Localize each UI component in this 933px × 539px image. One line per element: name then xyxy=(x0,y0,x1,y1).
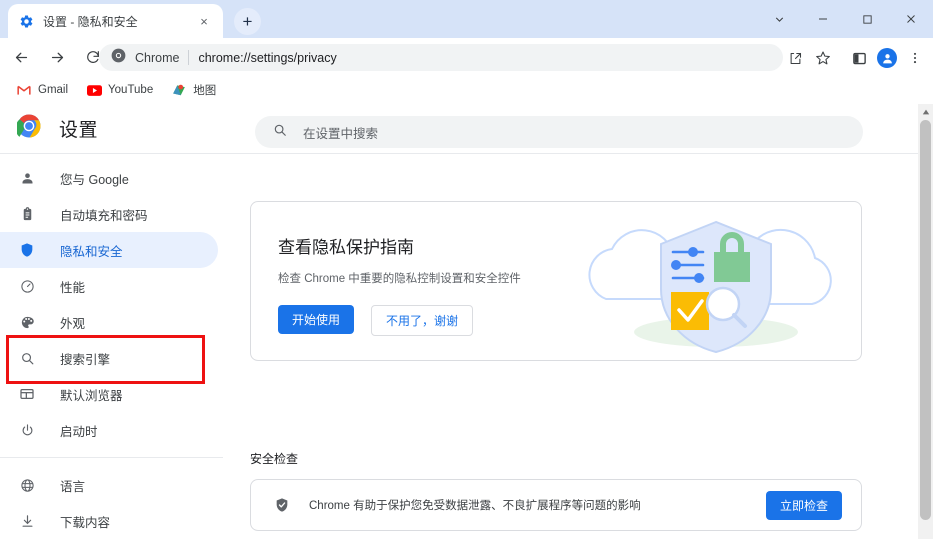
sidebar-item-label: 下载内容 xyxy=(60,515,111,530)
minimize-icon[interactable] xyxy=(801,0,845,38)
browser-window-icon xyxy=(17,384,37,404)
sidebar-item-you-and-google[interactable]: 您与 Google xyxy=(0,160,223,196)
sidebar-item-label: 性能 xyxy=(60,280,86,295)
sidebar-item-label: 隐私和安全 xyxy=(60,244,123,259)
sidebar-item-languages[interactable]: 语言 xyxy=(0,467,223,503)
tab-title: 设置 - 隐私和安全 xyxy=(43,14,138,29)
scroll-up-arrow-icon[interactable] xyxy=(918,104,933,119)
share-icon[interactable] xyxy=(781,44,809,72)
sidebar-item-label: 搜索引擎 xyxy=(60,352,111,367)
tab-search-icon[interactable] xyxy=(757,0,801,38)
chrome-logo xyxy=(15,113,41,143)
profile-avatar[interactable] xyxy=(873,44,901,72)
chrome-icon xyxy=(111,48,126,68)
start-button[interactable]: 开始使用 xyxy=(278,305,355,334)
gear-icon xyxy=(18,13,34,29)
sidebar-item-label: 外观 xyxy=(60,316,86,331)
sidebar-item-autofill[interactable]: 自动填充和密码 xyxy=(0,196,223,232)
window-close-icon[interactable] xyxy=(889,0,933,38)
search-input[interactable]: 在设置中搜索 xyxy=(255,116,863,148)
omnibox-separator xyxy=(188,50,190,65)
maps-icon xyxy=(171,82,187,98)
privacy-guide-subtitle: 检查 Chrome 中重要的隐私控制设置和安全控件 xyxy=(278,273,521,285)
power-icon xyxy=(17,420,37,440)
safety-check-card: Chrome 有助于保护您免受数据泄露、不良扩展程序等问题的影响 立即检查 xyxy=(250,479,862,531)
window-controls xyxy=(757,0,933,38)
page-title: 设置 xyxy=(59,119,99,141)
download-icon xyxy=(17,511,37,531)
privacy-guide-card: 查看隐私保护指南 检查 Chrome 中重要的隐私控制设置和安全控件 开始使用 … xyxy=(250,201,862,361)
sidebar-item-on-startup[interactable]: 启动时 xyxy=(0,412,223,448)
bookmark-label: 地图 xyxy=(193,85,217,97)
bookmark-label: Gmail xyxy=(38,84,69,96)
sidebar-item-label: 自动填充和密码 xyxy=(60,208,148,223)
sidebar-item-appearance[interactable]: 外观 xyxy=(0,304,223,340)
shield-check-icon xyxy=(273,497,290,514)
check-now-button[interactable]: 立即检查 xyxy=(765,490,842,520)
safety-check-section-title: 安全检查 xyxy=(250,452,299,466)
page-scrollbar[interactable] xyxy=(918,104,933,539)
speedometer-icon xyxy=(17,276,37,296)
toolbar-actions xyxy=(781,44,929,72)
clipboard-icon xyxy=(17,204,37,224)
palette-icon xyxy=(17,312,37,332)
youtube-icon xyxy=(86,82,102,98)
sidebar-item-downloads[interactable]: 下载内容 xyxy=(0,503,223,539)
omnibox-url: chrome://settings/privacy xyxy=(198,50,337,65)
avatar xyxy=(877,48,897,68)
bookmark-label: YouTube xyxy=(108,84,154,96)
no-thanks-button[interactable]: 不用了，谢谢 xyxy=(371,305,474,336)
scrollbar-thumb[interactable] xyxy=(920,120,931,520)
forward-icon[interactable] xyxy=(42,42,72,72)
safety-check-description: Chrome 有助于保护您免受数据泄露、不良扩展程序等问题的影响 xyxy=(309,500,641,512)
sidebar-item-label: 您与 Google xyxy=(60,172,129,187)
address-bar[interactable]: Chrome chrome://settings/privacy xyxy=(99,44,783,71)
bookmarks-bar: Gmail YouTube 地图 xyxy=(0,76,933,104)
sidebar-item-label: 默认浏览器 xyxy=(60,388,123,403)
bookmark-youtube[interactable]: YouTube xyxy=(78,79,161,101)
search-icon xyxy=(273,123,287,142)
maximize-icon[interactable] xyxy=(845,0,889,38)
globe-icon xyxy=(17,475,37,495)
side-panel-icon[interactable] xyxy=(845,44,873,72)
new-tab-button[interactable]: + xyxy=(234,8,261,35)
sidebar-item-label: 语言 xyxy=(60,479,86,494)
title-bar: 设置 - 隐私和安全 × + xyxy=(0,0,933,38)
chrome-menu-icon[interactable] xyxy=(901,44,929,72)
back-icon[interactable] xyxy=(6,42,36,72)
settings-page: 设置 在设置中搜索 您与 Google 自动填充和密码 隐私和安全 性能 外观 … xyxy=(0,104,933,539)
magnifier-icon xyxy=(17,348,37,368)
person-icon xyxy=(17,168,37,188)
shield-icon xyxy=(17,240,37,260)
close-icon[interactable]: × xyxy=(195,12,213,30)
settings-content: 查看隐私保护指南 检查 Chrome 中重要的隐私控制设置和安全控件 开始使用 … xyxy=(223,160,926,539)
browser-tab[interactable]: 设置 - 隐私和安全 × xyxy=(8,4,223,38)
sidebar-item-default-browser[interactable]: 默认浏览器 xyxy=(0,376,223,412)
header-divider xyxy=(0,153,933,154)
search-placeholder: 在设置中搜索 xyxy=(303,126,379,141)
privacy-shield-illustration xyxy=(571,202,861,360)
sidebar-item-label: 启动时 xyxy=(60,424,98,439)
settings-sidebar: 您与 Google 自动填充和密码 隐私和安全 性能 外观 搜索引擎 默认浏览器… xyxy=(0,160,223,539)
sidebar-item-privacy-and-security[interactable]: 隐私和安全 xyxy=(0,232,218,268)
bookmark-gmail[interactable]: Gmail xyxy=(8,79,76,101)
gmail-icon xyxy=(16,82,32,98)
bookmark-star-icon[interactable] xyxy=(809,44,837,72)
privacy-guide-title: 查看隐私保护指南 xyxy=(278,238,414,257)
sidebar-item-search-engine[interactable]: 搜索引擎 xyxy=(0,340,223,376)
sidebar-item-performance[interactable]: 性能 xyxy=(0,268,223,304)
sidebar-divider xyxy=(0,457,223,458)
omnibox-site-label: Chrome xyxy=(135,50,180,65)
bookmark-maps[interactable]: 地图 xyxy=(163,79,224,101)
browser-window: 设置 - 隐私和安全 × + Chrome chrome://settings/… xyxy=(0,0,933,539)
